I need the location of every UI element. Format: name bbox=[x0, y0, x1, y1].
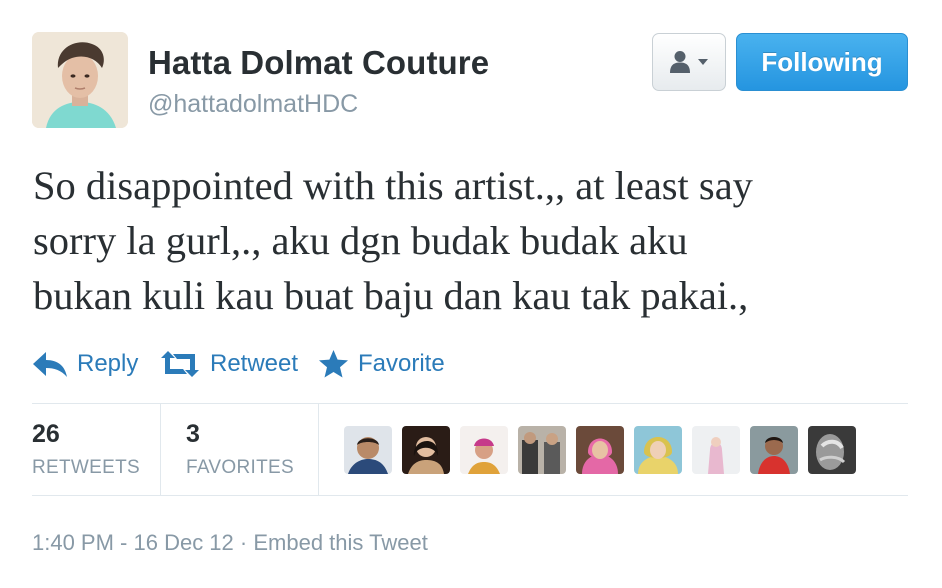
user-actions-dropdown-button[interactable] bbox=[652, 33, 726, 91]
user-avatar-photo-icon bbox=[518, 426, 566, 474]
reply-label: Reply bbox=[77, 350, 139, 377]
favorite-action[interactable]: Favorite bbox=[318, 344, 445, 384]
user-display-name[interactable]: Hatta Dolmat Couture bbox=[148, 44, 489, 82]
retweet-label: Retweet bbox=[210, 350, 299, 377]
favoriter-avatar[interactable] bbox=[808, 426, 856, 474]
star-icon bbox=[319, 350, 348, 378]
favoriter-avatar[interactable] bbox=[576, 426, 624, 474]
favorite-label: Favorite bbox=[358, 350, 445, 377]
divider bbox=[32, 495, 908, 496]
divider bbox=[160, 404, 161, 496]
user-screen-name[interactable]: @hattadolmatHDC bbox=[148, 90, 358, 119]
tweet-text-line: bukan kuli kau buat baju dan kau tak pak… bbox=[33, 273, 749, 318]
retweets-count: 26 bbox=[32, 420, 60, 448]
user-avatar-photo-icon bbox=[634, 426, 682, 474]
reply-arrow-icon bbox=[33, 352, 67, 377]
favoriter-avatar[interactable] bbox=[518, 426, 566, 474]
favoriter-avatar[interactable] bbox=[750, 426, 798, 474]
favorites-label: FAVORITES bbox=[186, 457, 294, 478]
embed-tweet-link[interactable]: Embed this Tweet bbox=[253, 530, 427, 555]
tweet-timestamp-link[interactable]: 1:40 PM - 16 Dec 12 bbox=[32, 530, 234, 555]
favorites-count: 3 bbox=[186, 420, 200, 448]
retweet-action[interactable]: Retweet bbox=[159, 344, 298, 384]
user-avatar-photo-icon bbox=[576, 426, 624, 474]
user-avatar[interactable] bbox=[32, 32, 128, 128]
caret-down-icon bbox=[698, 59, 708, 65]
user-avatar-photo-icon bbox=[32, 32, 128, 128]
favoriter-avatar[interactable] bbox=[634, 426, 682, 474]
reply-action[interactable]: Reply bbox=[32, 344, 138, 384]
favoriter-avatar[interactable] bbox=[460, 426, 508, 474]
favoriter-avatar[interactable] bbox=[692, 426, 740, 474]
user-avatar-photo-icon bbox=[750, 426, 798, 474]
tweet-text-line: sorry la gurl,., aku dgn budak budak aku bbox=[33, 218, 688, 263]
following-button[interactable]: Following bbox=[736, 33, 908, 91]
user-avatar-photo-icon bbox=[808, 426, 856, 474]
user-avatar-photo-icon bbox=[692, 426, 740, 474]
user-avatar-photo-icon bbox=[402, 426, 450, 474]
footer-separator: · bbox=[233, 530, 254, 555]
tweet-text-line: So disappointed with this artist.,, at l… bbox=[33, 163, 753, 208]
user-silhouette-icon bbox=[670, 51, 690, 73]
user-avatar-photo-icon bbox=[460, 426, 508, 474]
retweets-label: RETWEETS bbox=[32, 457, 140, 478]
favoriter-avatar[interactable] bbox=[402, 426, 450, 474]
tweet-footer: 1:40 PM - 16 Dec 12 · Embed this Tweet bbox=[32, 530, 428, 556]
divider bbox=[318, 404, 319, 496]
favoriter-avatar[interactable] bbox=[344, 426, 392, 474]
tweet-text: So disappointed with this artist.,, at l… bbox=[33, 158, 913, 323]
user-avatar-photo-icon bbox=[344, 426, 392, 474]
retweet-icon bbox=[161, 351, 199, 377]
divider bbox=[32, 403, 908, 404]
